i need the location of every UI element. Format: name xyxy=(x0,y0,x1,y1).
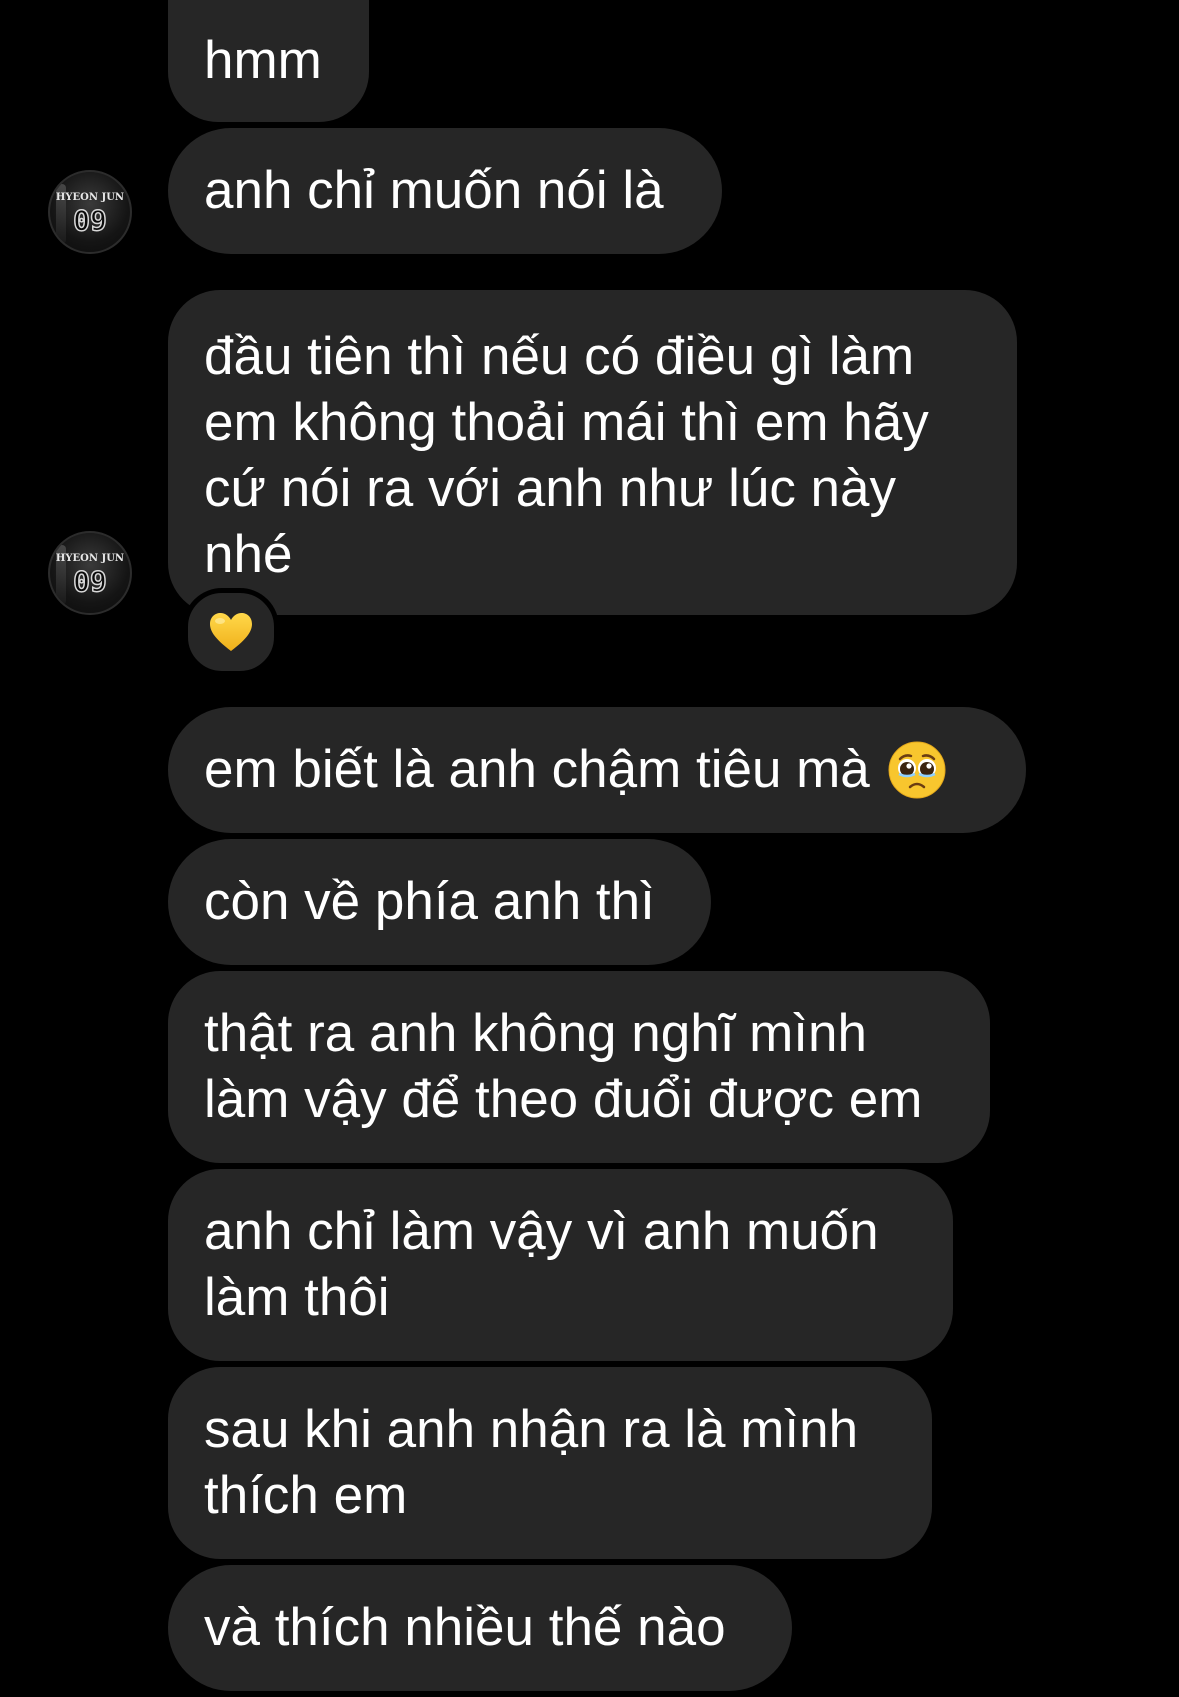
message-bubble[interactable]: anh chỉ muốn nói là xyxy=(168,128,722,254)
avatar[interactable]: HYEON JUN 09 xyxy=(48,531,132,615)
message-reaction[interactable] xyxy=(183,588,279,676)
message-bubble[interactable]: sau khi anh nhận ra là mình thích em xyxy=(168,1367,932,1559)
message-text: em biết là anh chậm tiêu mà xyxy=(204,740,870,799)
avatar-jersey-name: HYEON JUN xyxy=(55,553,125,564)
message-text: anh chỉ làm vậy vì anh muốn làm thôi xyxy=(204,1202,879,1327)
message-text: anh chỉ muốn nói là xyxy=(204,161,664,220)
message-text: còn về phía anh thì xyxy=(204,872,655,931)
message-text: sau khi anh nhận ra là mình thích em xyxy=(204,1400,859,1525)
message-bubble[interactable]: đầu tiên thì nếu có điều gì làm em không… xyxy=(168,290,1017,615)
avatar-jersey-number: 09 xyxy=(72,203,107,238)
message-bubble[interactable]: và thích nhiều thế nào xyxy=(168,1565,792,1691)
pleading-face-icon xyxy=(888,741,946,799)
message-bubble[interactable]: hmm xyxy=(168,0,369,122)
message-bubble[interactable]: em biết là anh chậm tiêu mà xyxy=(168,707,1026,833)
message-text: đầu tiên thì nếu có điều gì làm em không… xyxy=(204,326,929,584)
message-bubble[interactable]: anh chỉ làm vậy vì anh muốn làm thôi xyxy=(168,1169,953,1361)
message-text: thật ra anh không nghĩ mình làm vậy để t… xyxy=(204,1004,923,1129)
avatar-jersey-name: HYEON JUN xyxy=(55,192,125,203)
yellow-heart-icon xyxy=(210,613,252,651)
message-text: hmm xyxy=(204,31,322,90)
avatar[interactable]: HYEON JUN 09 xyxy=(48,170,132,254)
message-bubble[interactable]: còn về phía anh thì xyxy=(168,839,711,965)
message-text: và thích nhiều thế nào xyxy=(204,1598,726,1657)
message-bubble[interactable]: thật ra anh không nghĩ mình làm vậy để t… xyxy=(168,971,990,1163)
avatar-jersey-number: 09 xyxy=(72,564,107,599)
